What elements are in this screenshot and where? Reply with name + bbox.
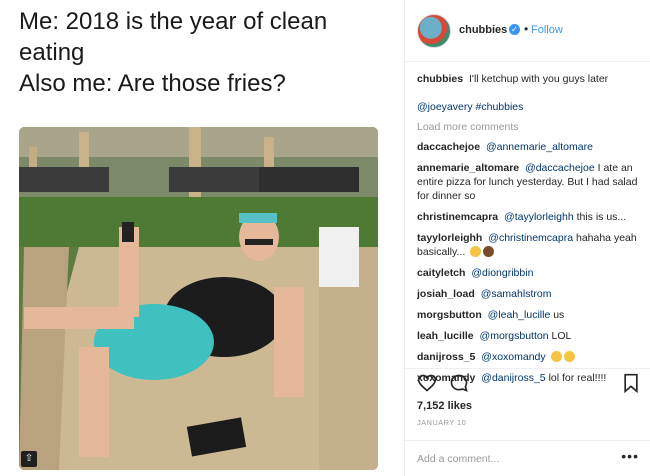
comment-username[interactable]: leah_lucille — [417, 330, 474, 342]
meme-panel: Me: 2018 is the year of clean eating Als… — [0, 0, 400, 476]
grimace-emoji-icon — [470, 246, 482, 257]
comment-mention[interactable]: @samahlstrom — [481, 288, 552, 300]
comment-item: annemarie_altomare @daccachejoe I ate an… — [417, 161, 643, 203]
comment-item: tayylorleighh @christinemcapra hahaha ye… — [417, 231, 643, 259]
load-more-comments-button[interactable]: Load more comments — [417, 120, 643, 134]
comment-mention[interactable]: @morgsbutton — [480, 330, 549, 342]
bookmark-icon[interactable] — [621, 373, 641, 393]
follow-button[interactable]: Follow — [531, 24, 563, 36]
meme-line: Me: 2018 is the year of clean — [19, 8, 328, 35]
post-caption: chubbies I'll ketchup with you guys late… — [417, 72, 643, 86]
comment-mention[interactable]: @leah_lucille — [488, 309, 551, 321]
comment-item: leah_lucille @morgsbutton LOL — [417, 329, 643, 343]
comment-username[interactable]: caityletch — [417, 267, 465, 279]
photo-illustration — [19, 127, 378, 470]
header-username[interactable]: chubbies — [459, 24, 507, 36]
meme-caption: Me: 2018 is the year of clean eating Als… — [19, 6, 389, 99]
comment-mention[interactable]: @tayylorleighh — [504, 211, 574, 223]
comment-text: LOL — [551, 330, 572, 342]
comment-username[interactable]: josiah_load — [417, 288, 475, 300]
meme-line: eating — [19, 39, 85, 66]
comment-username[interactable]: danijross_5 — [417, 351, 475, 363]
comment-username[interactable]: christinemcapra — [417, 211, 498, 223]
comment-text: us — [553, 309, 565, 321]
action-bar — [405, 368, 650, 394]
comments-list: chubbies I'll ketchup with you guys late… — [417, 72, 643, 392]
post-header: chubbies ✓ • Follow — [405, 0, 650, 62]
comment-icon[interactable] — [449, 373, 469, 393]
add-comment-bar: Add a comment... ••• — [405, 440, 650, 476]
comment-username[interactable]: daccachejoe — [417, 141, 480, 153]
comment-username[interactable]: annemarie_altomare — [417, 162, 519, 174]
meme-line: Also me: Are those fries? — [19, 70, 286, 97]
caption-tags[interactable]: @joeyavery #chubbies — [417, 100, 643, 114]
grimace-emoji-icon — [550, 351, 562, 362]
post-sidebar: chubbies ✓ • Follow chubbies I'll ketchu… — [404, 0, 650, 476]
comment-username[interactable]: tayylorleighh — [417, 232, 482, 244]
like-count[interactable]: 7,152 likes — [417, 400, 472, 412]
comment-item: daccachejoe @annemarie_altomare — [417, 140, 643, 154]
comment-username[interactable]: morgsbutton — [417, 309, 482, 321]
avatar[interactable] — [417, 14, 451, 48]
monkey-emoji-icon — [483, 246, 495, 257]
comment-item: josiah_load @samahlstrom — [417, 287, 643, 301]
post-photo[interactable]: ⇧ — [19, 127, 378, 470]
post-date: JANUARY 10 — [417, 418, 467, 427]
comment-item: christinemcapra @tayylorleighh this is u… — [417, 210, 643, 224]
comment-text: this is us... — [576, 211, 627, 223]
caption-username[interactable]: chubbies — [417, 73, 463, 85]
photo-badge-icon: ⇧ — [21, 451, 37, 467]
comment-mention[interactable]: @christinemcapra — [488, 232, 573, 244]
more-options-icon[interactable]: ••• — [621, 448, 639, 464]
add-comment-input[interactable]: Add a comment... — [417, 453, 499, 465]
grimace-emoji-icon — [563, 351, 575, 362]
heart-icon[interactable] — [417, 373, 437, 393]
comment-item: morgsbutton @leah_lucille us — [417, 308, 643, 322]
comment-item: danijross_5 @xoxomandy — [417, 350, 643, 364]
comment-mention[interactable]: @daccachejoe — [525, 162, 595, 174]
comment-mention[interactable]: @xoxomandy — [481, 351, 545, 363]
comment-mention[interactable]: @diongribbin — [471, 267, 533, 279]
comment-item: caityletch @diongribbin — [417, 266, 643, 280]
verified-badge-icon: ✓ — [509, 24, 520, 35]
caption-text: I'll ketchup with you guys later — [469, 73, 609, 85]
separator-dot: • — [524, 22, 529, 36]
comment-mention[interactable]: @annemarie_altomare — [486, 141, 593, 153]
